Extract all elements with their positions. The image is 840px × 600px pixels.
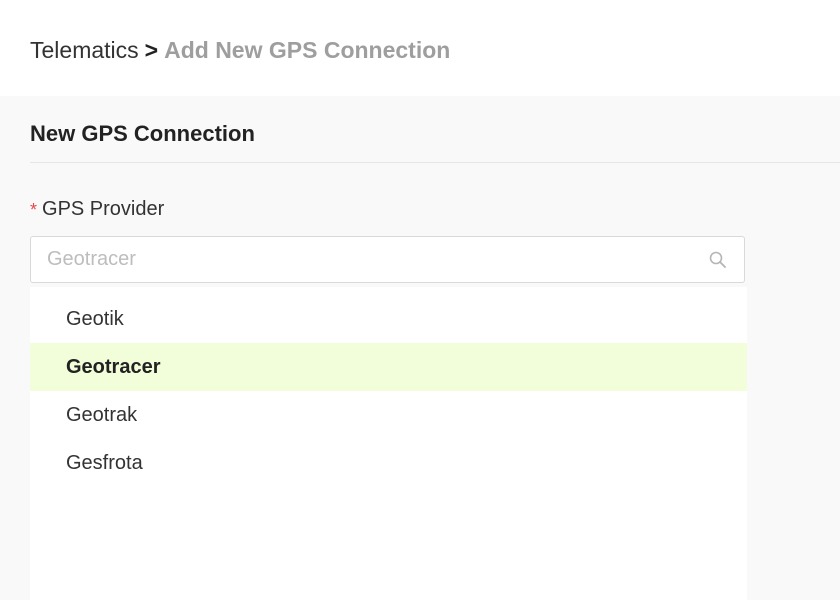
gps-provider-label: * GPS Provider xyxy=(30,197,164,221)
dropdown-option-gesfrota[interactable]: Gesfrota xyxy=(30,439,747,487)
breadcrumb-separator: > xyxy=(144,37,159,63)
dropdown-option-geotrak[interactable]: Geotrak xyxy=(30,391,747,439)
main-content: New GPS Connection *GPS Provider Geotik … xyxy=(0,96,840,600)
breadcrumb-telematics-link[interactable]: Telematics xyxy=(30,37,139,63)
gps-provider-label-text: GPS Provider xyxy=(42,198,165,220)
breadcrumb: Telematics > Add New GPS Connection xyxy=(30,36,450,64)
page-header: Telematics > Add New GPS Connection xyxy=(0,0,840,96)
gps-provider-dropdown: Geotik Geotracer Geotrak Gesfrota xyxy=(30,287,747,600)
required-mark: * xyxy=(30,200,38,220)
section-divider xyxy=(30,162,840,163)
gps-provider-search-input[interactable] xyxy=(47,237,687,282)
section-title: New GPS Connection xyxy=(30,121,255,146)
dropdown-option-geotracer[interactable]: Geotracer xyxy=(30,343,747,391)
breadcrumb-current: Add New GPS Connection xyxy=(164,37,451,63)
search-icon xyxy=(708,250,728,270)
gps-provider-select[interactable] xyxy=(30,236,745,283)
dropdown-option-geotik[interactable]: Geotik xyxy=(30,295,747,343)
